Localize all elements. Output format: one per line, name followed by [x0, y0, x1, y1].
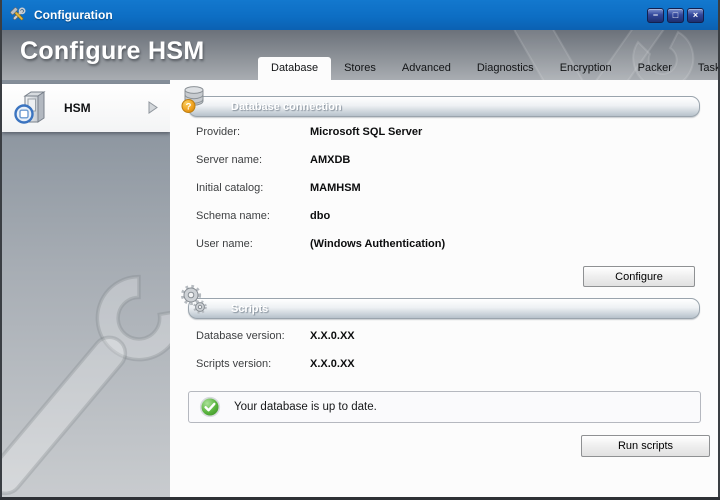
- maximize-button[interactable]: □: [667, 8, 684, 23]
- field-row-provider: Provider: Microsoft SQL Server: [196, 126, 676, 138]
- field-label: Initial catalog:: [196, 182, 263, 194]
- configuration-window: Configuration − □ × Configure HSM Databa…: [0, 0, 720, 500]
- tab-stores[interactable]: Stores: [331, 57, 389, 80]
- tab-encryption[interactable]: Encryption: [547, 57, 625, 80]
- status-box: Your database is up to date.: [188, 391, 701, 423]
- tab-database[interactable]: Database: [258, 57, 331, 80]
- run-scripts-button[interactable]: Run scripts: [581, 435, 710, 457]
- window-controls: − □ ×: [647, 8, 704, 23]
- maximize-icon: □: [673, 10, 678, 20]
- field-label: Database version:: [196, 330, 285, 342]
- status-message: Your database is up to date.: [234, 401, 377, 413]
- field-value: MAMHSM: [310, 182, 361, 194]
- field-row-scripts-version: Scripts version: X.X.0.XX: [196, 358, 676, 370]
- field-label: Scripts version:: [196, 358, 271, 370]
- field-value: (Windows Authentication): [310, 238, 445, 250]
- section-title: Database connection: [231, 101, 342, 113]
- gears-icon: [180, 284, 208, 314]
- sidebar-item-hsm[interactable]: HSM: [2, 84, 170, 132]
- field-value: X.X.0.XX: [310, 358, 355, 370]
- field-label: User name:: [196, 238, 253, 250]
- field-row-database-version: Database version: X.X.0.XX: [196, 330, 676, 342]
- wrench-watermark-icon: [0, 230, 170, 500]
- main-panel: ? Database connection Provider: Microsof…: [170, 80, 720, 500]
- question-badge: ?: [186, 102, 192, 113]
- database-connection-header: Database connection: [188, 96, 700, 117]
- tab-bar: Database Stores Advanced Diagnostics Enc…: [258, 57, 720, 80]
- tab-tasks[interactable]: Tasks: [685, 57, 720, 80]
- field-value: Microsoft SQL Server: [310, 126, 422, 138]
- sidebar: HSM: [0, 80, 170, 500]
- window-title: Configuration: [34, 8, 113, 22]
- chevron-right-icon: [148, 101, 158, 114]
- close-icon: ×: [693, 10, 698, 20]
- field-row-user-name: User name: (Windows Authentication): [196, 238, 676, 250]
- tab-diagnostics[interactable]: Diagnostics: [464, 57, 547, 80]
- field-label: Provider:: [196, 126, 240, 138]
- page-title: Configure HSM: [20, 37, 204, 66]
- section-title: Scripts: [231, 303, 268, 315]
- field-value: AMXDB: [310, 154, 350, 166]
- scripts-header: Scripts: [188, 298, 700, 319]
- field-label: Schema name:: [196, 210, 270, 222]
- sidebar-item-label: HSM: [64, 101, 91, 115]
- window-border-left: [0, 0, 2, 500]
- close-button[interactable]: ×: [687, 8, 704, 23]
- field-label: Server name:: [196, 154, 262, 166]
- field-row-schema-name: Schema name: dbo: [196, 210, 676, 222]
- check-circle-icon: [199, 396, 221, 418]
- body: HSM ?: [0, 80, 720, 500]
- configure-button[interactable]: Configure: [583, 266, 695, 287]
- field-value: X.X.0.XX: [310, 330, 355, 342]
- minimize-icon: −: [653, 10, 658, 20]
- titlebar: Configuration − □ ×: [0, 0, 720, 30]
- hsm-server-icon: [12, 87, 54, 129]
- tools-icon: [9, 6, 27, 24]
- database-help-icon: ?: [180, 82, 208, 114]
- tab-advanced[interactable]: Advanced: [389, 57, 464, 80]
- field-row-server-name: Server name: AMXDB: [196, 154, 676, 166]
- page-header: Configure HSM Database Stores Advanced D…: [0, 30, 720, 80]
- minimize-button[interactable]: −: [647, 8, 664, 23]
- field-value: dbo: [310, 210, 330, 222]
- field-row-initial-catalog: Initial catalog: MAMHSM: [196, 182, 676, 194]
- tab-packer[interactable]: Packer: [625, 57, 685, 80]
